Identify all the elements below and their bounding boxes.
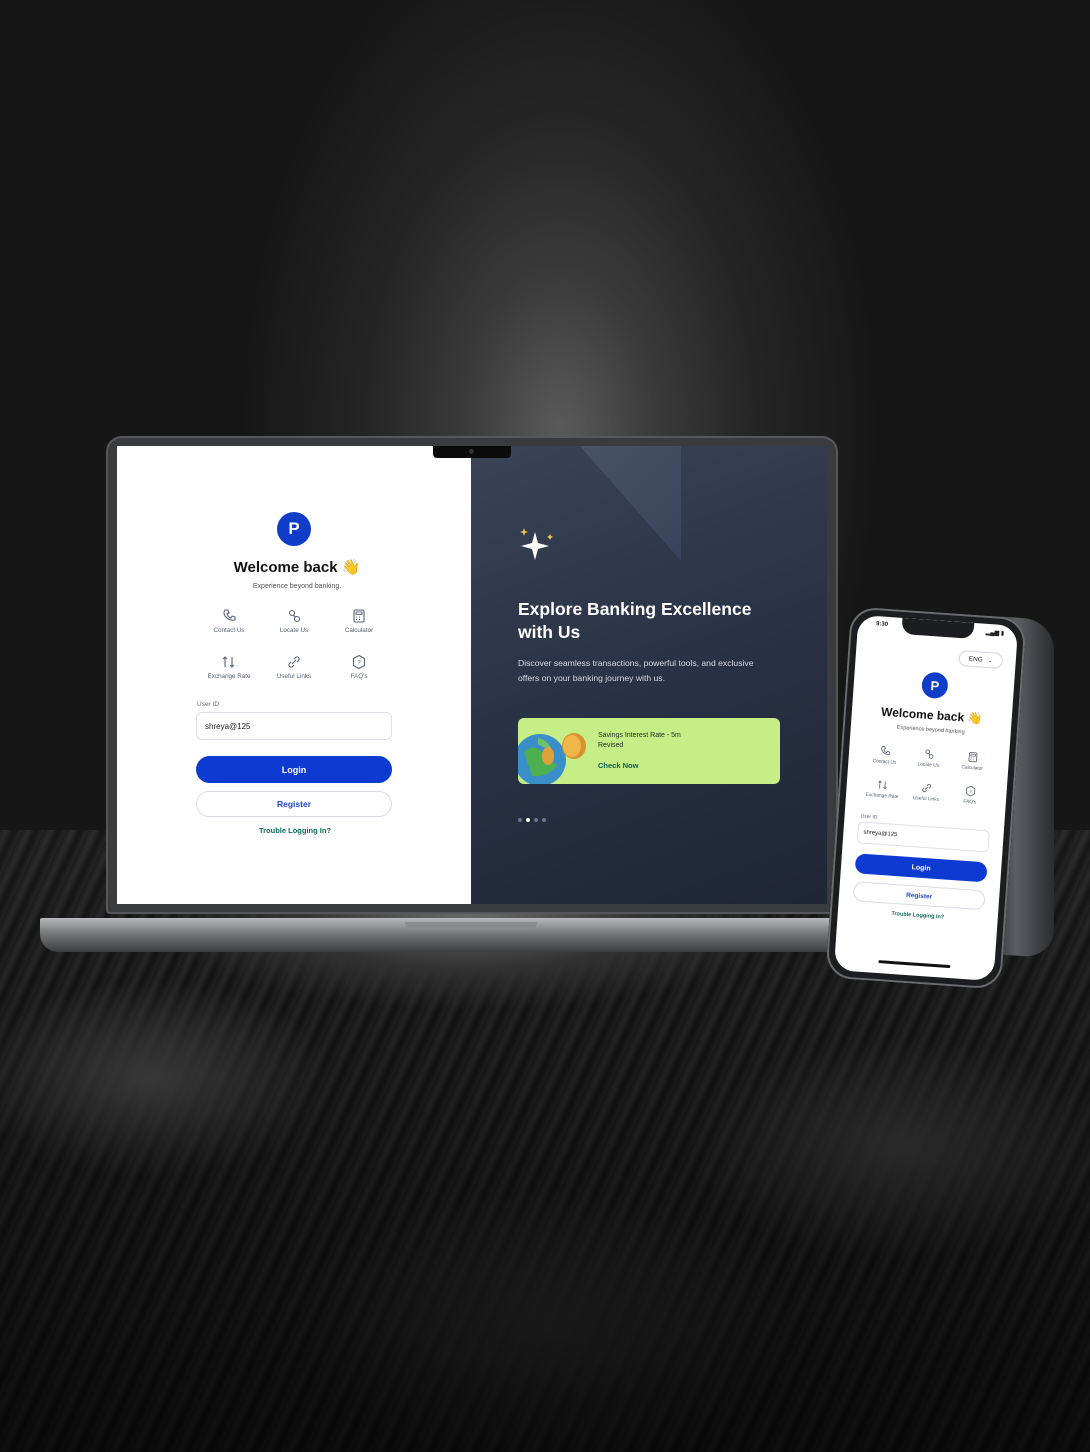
register-button[interactable]: Register [852,881,986,911]
phone-screen: 9:30 ▂▄▆ ▮ ENG ⌄ P Welcome back 👋 Experi… [833,614,1019,982]
status-icons: ▂▄▆ ▮ [985,629,1005,638]
svg-text:?: ? [357,661,361,667]
welcome-text: Welcome back [233,559,338,576]
faq-icon: ? [352,654,366,670]
quick-action-label: Contact Us [872,759,897,766]
quick-action-contact-us[interactable]: Contact Us [862,744,907,767]
register-button[interactable]: Register [196,791,392,817]
quick-action-calculator[interactable]: Calculator [950,750,995,773]
link-icon [922,783,932,793]
globe-coin-illustration-icon [518,733,586,784]
quick-action-exchange-rate[interactable]: Exchange Rate [860,777,905,800]
welcome-subtitle: Experience beyond banking. [252,583,342,590]
bank-logo-icon: P [277,512,311,546]
carousel-dots [518,818,546,822]
link-icon [288,656,300,668]
home-indicator [878,960,951,969]
location-icon [288,609,301,623]
trouble-logging-link[interactable]: Trouble Logging In? [852,908,984,923]
user-id-input[interactable] [856,821,990,853]
promo-decoration [571,446,681,561]
quick-action-label: Calculator [344,627,374,634]
quick-action-faq-s[interactable]: ? FAQ's [948,784,993,807]
phone-frame: 9:30 ▂▄▆ ▮ ENG ⌄ P Welcome back 👋 Experi… [825,606,1027,990]
quick-action-label: Exchange Rate [207,673,251,680]
status-time: 9:30 [875,621,889,628]
quick-action-label: Useful Links [276,673,312,680]
exchange-icon [222,656,235,668]
quick-action-label: Locate Us [917,762,940,769]
quick-action-label: FAQ's [963,799,977,806]
quick-action-label: Useful Links [912,796,940,803]
carousel-dot[interactable] [534,818,538,822]
carousel-dot[interactable] [518,818,522,822]
quick-action-locate-us[interactable]: Locate Us [264,608,324,634]
location-icon [925,749,934,759]
quick-action-exchange-rate[interactable]: Exchange Rate [199,654,259,680]
calculator-icon [353,609,365,623]
quick-action-faq-s[interactable]: ? FAQ's [329,654,389,680]
sparkle-icon [520,528,553,560]
wave-icon: 👋 [966,710,983,726]
user-id-label: User ID [197,701,220,708]
login-button[interactable]: Login [854,853,988,883]
exchange-icon [878,780,887,790]
quick-action-locate-us[interactable]: Locate Us [906,747,951,770]
language-select[interactable]: ENG ⌄ [958,649,1004,670]
banner-text: Savings Interest Rate - 5m Revised [598,732,681,749]
promo-banner[interactable]: Savings Interest Rate - 5m Revised Check… [518,718,780,784]
check-now-link[interactable]: Check Now [598,761,638,770]
user-id-label: User ID [860,813,878,821]
laptop-hinge [405,922,537,930]
quick-action-label: FAQ's [350,673,368,680]
phone-icon [881,745,891,755]
chevron-down-icon: ⌄ [987,657,994,664]
welcome-text: Welcome back [880,704,965,725]
phone-icon [223,609,236,621]
svg-text:?: ? [969,789,972,794]
carousel-dot[interactable] [542,818,546,822]
quick-action-useful-links[interactable]: Useful Links [904,781,949,804]
camera-notch [433,446,511,458]
quick-action-calculator[interactable]: Calculator [329,608,389,634]
phone-notch [901,617,975,639]
welcome-heading: Welcome back 👋 [197,558,397,576]
user-id-input[interactable] [196,712,392,740]
laptop-login-panel: P Welcome back 👋 Experience beyond banki… [117,446,471,904]
wave-icon: 👋 [341,559,361,576]
laptop-screen: P Welcome back 👋 Experience beyond banki… [117,446,827,904]
promo-description: Discover seamless transactions, powerful… [518,658,754,683]
laptop-promo-panel: Explore Banking Excellence with Us Disco… [471,446,827,904]
quick-action-label: Contact Us [213,627,245,634]
promo-title: Explore Banking Excellence with Us [518,599,752,642]
carousel-dot[interactable] [526,818,530,822]
quick-action-label: Exchange Rate [865,792,899,801]
language-value: ENG [968,655,984,664]
quick-action-useful-links[interactable]: Useful Links [264,654,324,680]
quick-action-label: Calculator [961,765,984,772]
bank-logo-icon: P [921,671,949,700]
login-button[interactable]: Login [196,756,392,783]
trouble-logging-link[interactable]: Trouble Logging In? [197,826,393,835]
quick-action-contact-us[interactable]: Contact Us [199,608,259,634]
quick-action-label: Locate Us [279,627,309,634]
calculator-icon [968,752,978,763]
faq-icon: ? [965,785,976,797]
